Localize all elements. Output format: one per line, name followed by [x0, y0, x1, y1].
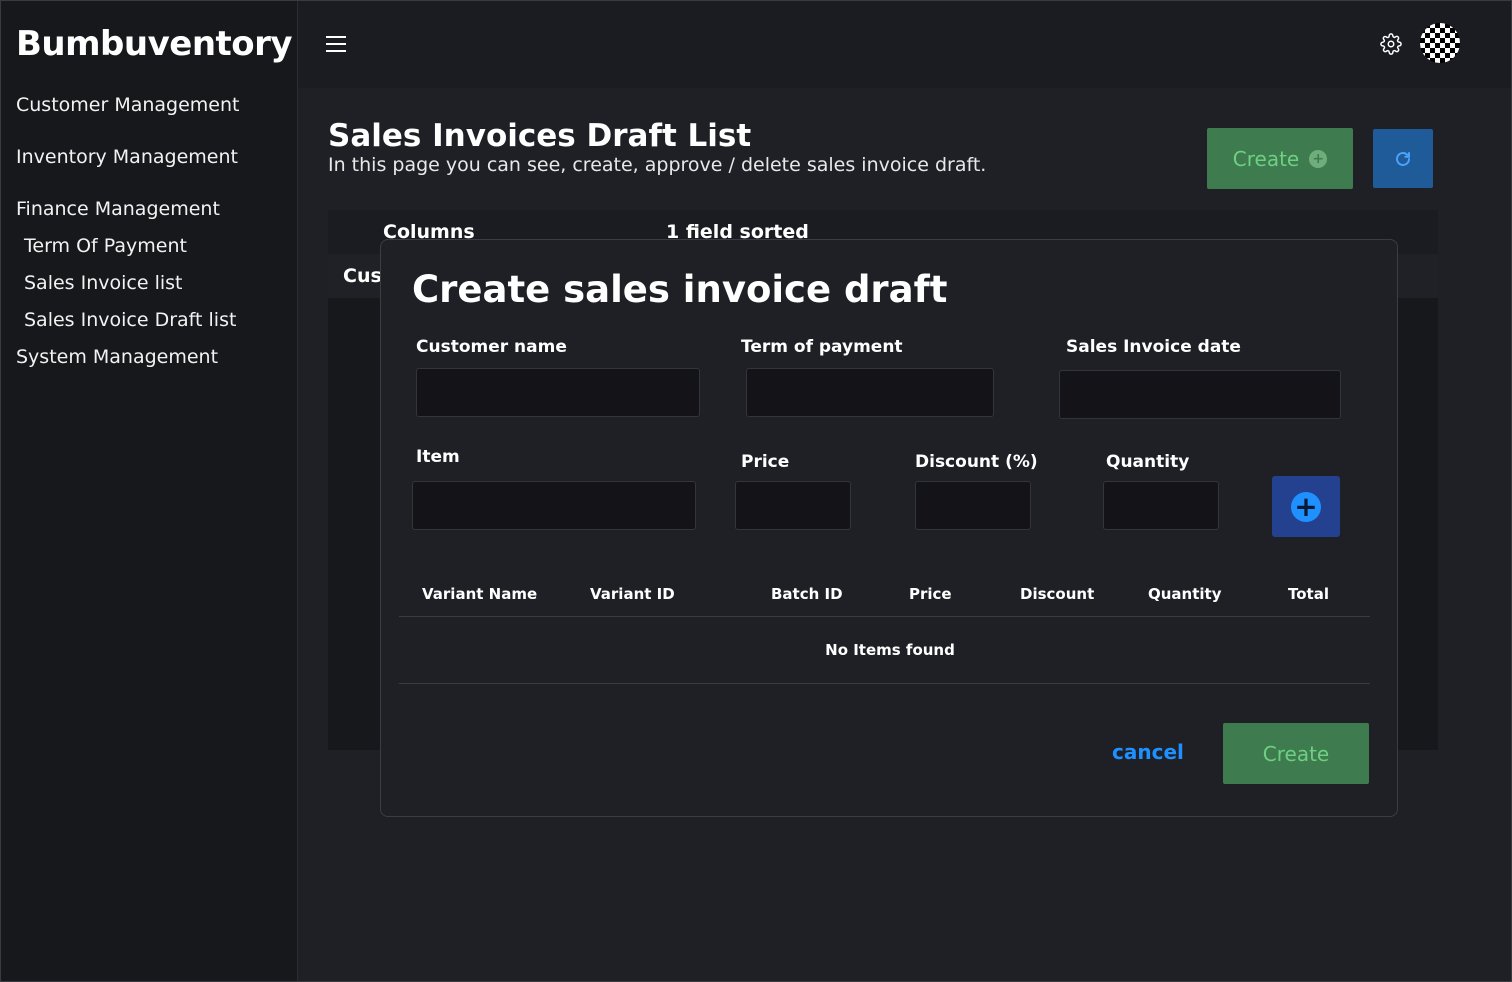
add-item-button[interactable]: +	[1272, 476, 1340, 537]
column-header-variant-id: Variant ID	[590, 585, 675, 603]
customer-name-label: Customer name	[416, 337, 567, 357]
sidebar-item-finance-management[interactable]: Finance Management	[16, 198, 220, 220]
hamburger-icon[interactable]	[326, 36, 346, 52]
discount-input[interactable]	[915, 481, 1031, 530]
sidebar-item-sales-invoice-list[interactable]: Sales Invoice list	[24, 272, 183, 294]
plus-circle-icon: +	[1291, 491, 1321, 522]
sidebar-item-customer-management[interactable]: Customer Management	[16, 94, 240, 116]
dialog-create-button[interactable]: Create	[1223, 723, 1369, 784]
sales-invoice-date-input[interactable]	[1059, 370, 1341, 419]
empty-table-message: No Items found	[825, 641, 955, 659]
price-input[interactable]	[735, 481, 851, 530]
dialog-create-button-label: Create	[1262, 741, 1330, 766]
term-of-payment-input[interactable]	[746, 368, 994, 417]
create-button[interactable]: Create +	[1207, 128, 1353, 189]
create-sales-invoice-draft-dialog: Create sales invoice draft Customer name…	[380, 239, 1398, 817]
quantity-input[interactable]	[1103, 481, 1219, 530]
page-subtitle: In this page you can see, create, approv…	[328, 154, 987, 176]
brand-logo[interactable]: Bumbuventory	[16, 24, 293, 64]
page-title: Sales Invoices Draft List	[328, 118, 752, 154]
plus-circle-icon: +	[1309, 149, 1328, 168]
sidebar-item-sales-invoice-draft-list[interactable]: Sales Invoice Draft list	[24, 309, 236, 331]
column-header-total: Total	[1288, 585, 1329, 603]
sidebar: Bumbuventory Customer Management Invento…	[0, 0, 298, 982]
topbar	[298, 0, 1512, 88]
sidebar-item-system-management[interactable]: System Management	[16, 346, 218, 368]
column-header-price: Price	[909, 585, 952, 603]
column-header-variant-name: Variant Name	[422, 585, 538, 603]
item-input[interactable]	[412, 481, 696, 530]
price-label: Price	[741, 452, 790, 472]
refresh-button[interactable]	[1373, 129, 1433, 188]
table-divider	[399, 683, 1370, 684]
term-of-payment-label: Term of payment	[741, 337, 903, 357]
cancel-button[interactable]: cancel	[1112, 740, 1184, 764]
discount-label: Discount (%)	[915, 452, 1038, 472]
sidebar-item-inventory-management[interactable]: Inventory Management	[16, 146, 238, 168]
quantity-label: Quantity	[1106, 452, 1190, 472]
column-header-quantity: Quantity	[1148, 585, 1222, 603]
create-button-label: Create	[1232, 146, 1300, 171]
sales-invoice-date-label: Sales Invoice date	[1066, 337, 1241, 357]
gear-icon[interactable]	[1380, 33, 1402, 55]
customer-name-input[interactable]	[416, 368, 700, 417]
item-label: Item	[416, 447, 460, 467]
column-header-discount: Discount	[1020, 585, 1095, 603]
dialog-title: Create sales invoice draft	[412, 268, 948, 311]
column-header-customer[interactable]: Cus	[343, 265, 382, 287]
refresh-icon	[1396, 151, 1410, 166]
sidebar-item-term-of-payment[interactable]: Term Of Payment	[24, 235, 187, 257]
table-divider	[399, 616, 1370, 617]
avatar[interactable]	[1420, 23, 1460, 63]
column-header-batch-id: Batch ID	[771, 585, 843, 603]
